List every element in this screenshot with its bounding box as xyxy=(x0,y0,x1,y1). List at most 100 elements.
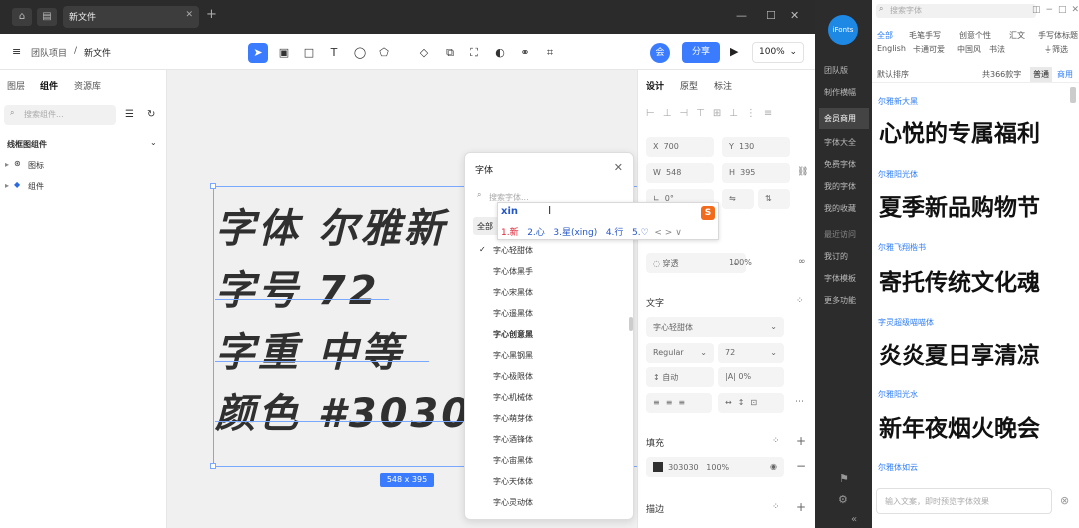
add-stroke-icon[interactable]: + xyxy=(796,500,806,514)
tree-item-icons[interactable]: 图标 xyxy=(28,160,44,171)
ifonts-nav-item[interactable]: 团队版 xyxy=(819,62,869,79)
copy-icon[interactable]: ⧉ xyxy=(440,43,460,63)
close-icon[interactable]: ✕ xyxy=(614,161,623,174)
window-controls[interactable]: ◫−□✕ xyxy=(1032,5,1079,15)
tab-components[interactable]: 组件 xyxy=(40,79,58,92)
ifonts-nav-item[interactable]: 更多功能 xyxy=(819,292,869,309)
font-item[interactable]: 字心宋黑体 xyxy=(493,287,533,298)
font-card-sample[interactable]: 炎炎夏日享清凉 xyxy=(879,336,1040,370)
breadcrumb-team[interactable]: 团队项目 xyxy=(31,46,67,59)
list-view-icon[interactable]: ☰ xyxy=(125,109,134,120)
component-icon[interactable]: ◇ xyxy=(414,43,434,63)
ifonts-category[interactable]: 中国风 xyxy=(957,44,981,55)
ifonts-nav-item[interactable]: 字体大全 xyxy=(819,134,869,151)
group-wireframe[interactable]: 线框图组件 xyxy=(7,139,47,150)
mask-icon[interactable]: ◐ xyxy=(490,43,510,63)
component-search-input[interactable]: ⌕ 搜索组件... xyxy=(4,105,116,125)
pen-tool-icon[interactable]: ⬠ xyxy=(374,43,394,63)
shape-tool-icon[interactable]: ◯ xyxy=(350,43,370,63)
frame-tool-icon[interactable]: ▣ xyxy=(274,43,294,63)
font-card-sample[interactable]: 夏季新品购物节 xyxy=(879,188,1040,222)
ifonts-category[interactable]: 卡通可爱 xyxy=(913,44,945,55)
text-line-weight[interactable]: 字重 中等 xyxy=(215,320,404,378)
text-align-group[interactable]: ≡≡≡ xyxy=(646,393,712,413)
minimize-icon[interactable]: — xyxy=(736,9,747,22)
tab-prototype[interactable]: 原型 xyxy=(680,79,698,92)
text-resize-group[interactable]: ↔↕⊡ xyxy=(718,393,784,413)
ifonts-nav-item[interactable]: 会员商用 xyxy=(819,108,869,129)
ifonts-category[interactable]: 创意个性 xyxy=(959,30,991,41)
expand-icon[interactable]: ▸ xyxy=(5,181,9,190)
mode-normal[interactable]: 普通 xyxy=(1030,67,1052,82)
font-item[interactable]: 字心萌芽体 xyxy=(493,413,533,424)
tab-design[interactable]: 设计 xyxy=(646,79,664,92)
tree-item-components[interactable]: 组件 xyxy=(28,181,44,192)
ifonts-search-input[interactable]: ⌕ 搜索字体 xyxy=(876,4,1036,18)
clear-icon[interactable]: ⊗ xyxy=(1060,494,1069,507)
scrollbar[interactable] xyxy=(1070,87,1076,103)
ime-candidate[interactable]: 1.新 xyxy=(501,228,519,238)
add-tab-icon[interactable]: + xyxy=(206,7,217,22)
font-item[interactable]: 字心酒锋体 xyxy=(493,434,533,445)
text-settings-icon[interactable]: ⁘ xyxy=(796,296,804,306)
more-icon[interactable]: ⋯ xyxy=(795,397,804,407)
align-icons[interactable]: ⊢⊥⊣⊤⊞⊥⋮≡ xyxy=(646,108,806,119)
text-line-font[interactable]: 字体 尔雅新 xyxy=(215,196,447,254)
font-item[interactable]: 字心轻甜体 xyxy=(493,245,533,256)
font-size-select[interactable]: 72 ⌄ xyxy=(718,343,784,363)
select-tool-icon[interactable]: ➤ xyxy=(248,43,268,63)
ime-candidate[interactable]: 3.星(xing) xyxy=(553,228,597,238)
letter-spacing-field[interactable]: |A| 0% xyxy=(718,367,784,387)
ifonts-category[interactable]: 汇文 xyxy=(1009,30,1025,41)
text-tool-icon[interactable]: T xyxy=(324,43,344,63)
line-height-field[interactable]: ↕ 自动 xyxy=(646,367,714,387)
preview-text-input[interactable]: 输入文案，即时预览字体效果 xyxy=(876,488,1052,514)
ifonts-category[interactable]: English xyxy=(877,44,906,53)
link-icon[interactable]: ⚭ xyxy=(515,43,535,63)
scrollbar[interactable] xyxy=(629,317,633,331)
ime-candidate[interactable]: 4.行 xyxy=(606,228,624,238)
font-item[interactable]: 字心体黑手 xyxy=(493,266,533,277)
ifonts-nav-item[interactable]: 我的收藏 xyxy=(819,200,869,217)
breadcrumb-file[interactable]: 新文件 xyxy=(84,46,111,59)
expand-icon[interactable]: ▸ xyxy=(5,160,9,169)
files-icon[interactable]: ▤ xyxy=(37,8,57,26)
ime-page-nav[interactable]: < > ∨ xyxy=(654,228,681,238)
flag-icon[interactable]: ⚑ xyxy=(839,472,849,485)
fill-style-icon[interactable]: ⁘ xyxy=(772,436,780,446)
share-button[interactable]: 分享 xyxy=(682,42,720,63)
transform-icon[interactable]: ⛶ xyxy=(464,43,484,63)
font-family-select[interactable]: 字心轻甜体 ⌄ xyxy=(646,317,784,337)
eye-icon[interactable]: ◉ xyxy=(770,462,777,471)
ime-candidate[interactable]: 5.♡ xyxy=(632,228,649,238)
font-item[interactable]: 字心灵动体 xyxy=(493,497,533,508)
font-card-sample[interactable]: 心悦的专属福利 xyxy=(879,114,1040,148)
tab-layers[interactable]: 图层 xyxy=(7,79,25,92)
close-window-icon[interactable]: ✕ xyxy=(790,9,799,22)
text-line-size[interactable]: 字号 72 xyxy=(215,258,380,316)
tab-new-file[interactable]: 新文件 ✕ xyxy=(63,6,199,28)
menu-icon[interactable]: ≡ xyxy=(12,45,21,58)
remove-fill-icon[interactable]: − xyxy=(796,459,806,473)
ifonts-category[interactable]: 手写体标题 xyxy=(1038,30,1078,41)
sort-select[interactable]: 默认排序 xyxy=(877,69,909,80)
close-tab-icon[interactable]: ✕ xyxy=(185,10,193,20)
w-field[interactable]: W 548 xyxy=(646,163,714,183)
rect-tool-icon[interactable]: □ xyxy=(299,43,319,63)
filter-button[interactable]: ⏚筛选 xyxy=(1044,44,1068,55)
ifonts-category[interactable]: 全部 xyxy=(877,30,893,41)
ifonts-nav-item[interactable]: 字体模板 xyxy=(819,270,869,287)
flip-v-icon[interactable]: ⇅ xyxy=(758,189,790,209)
font-card-sample[interactable]: 寄托传统文化魂 xyxy=(879,263,1040,297)
collapse-icon[interactable]: « xyxy=(851,514,857,525)
visibility-icon[interactable]: ∞ xyxy=(798,257,806,267)
font-item[interactable]: 字心机械体 xyxy=(493,392,533,403)
lock-ratio-icon[interactable]: ⛓ xyxy=(797,167,808,177)
ifonts-nav-item[interactable]: 免费字体 xyxy=(819,156,869,173)
ifonts-nav-item[interactable]: 我订的 xyxy=(819,248,869,265)
gear-icon[interactable]: ⚙ xyxy=(838,493,848,506)
ifonts-category[interactable]: 毛笔手写 xyxy=(909,30,941,41)
ifonts-nav-item[interactable]: 我的字体 xyxy=(819,178,869,195)
font-item[interactable]: 字心宙黑体 xyxy=(493,455,533,466)
avatar[interactable]: 会 xyxy=(650,43,670,63)
